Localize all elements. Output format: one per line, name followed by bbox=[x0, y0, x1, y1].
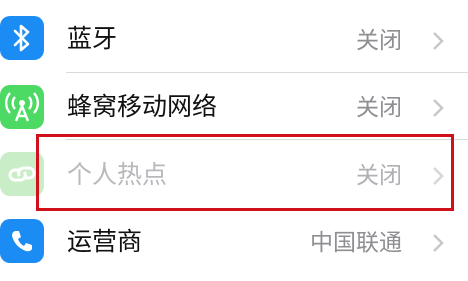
antenna-icon bbox=[0, 85, 44, 129]
chevron-right-icon bbox=[433, 234, 444, 252]
settings-row-cellular[interactable]: 蜂窝移动网络 关闭 bbox=[0, 73, 468, 141]
bluetooth-label: 蓝牙 bbox=[67, 24, 118, 53]
carrier-label: 运营商 bbox=[67, 227, 143, 256]
settings-row-carrier[interactable]: 运营商 中国联通 bbox=[0, 213, 468, 281]
settings-row-bluetooth[interactable]: 蓝牙 关闭 bbox=[0, 4, 468, 72]
chevron-right-icon bbox=[433, 32, 444, 50]
highlight-box bbox=[36, 134, 454, 211]
phone-icon bbox=[0, 219, 44, 263]
carrier-value: 中国联通 bbox=[310, 230, 402, 256]
cellular-label: 蜂窝移动网络 bbox=[67, 92, 218, 121]
chevron-right-icon bbox=[433, 99, 444, 117]
bluetooth-icon bbox=[0, 16, 44, 60]
cellular-value: 关闭 bbox=[356, 95, 402, 121]
bluetooth-value: 关闭 bbox=[356, 28, 402, 54]
